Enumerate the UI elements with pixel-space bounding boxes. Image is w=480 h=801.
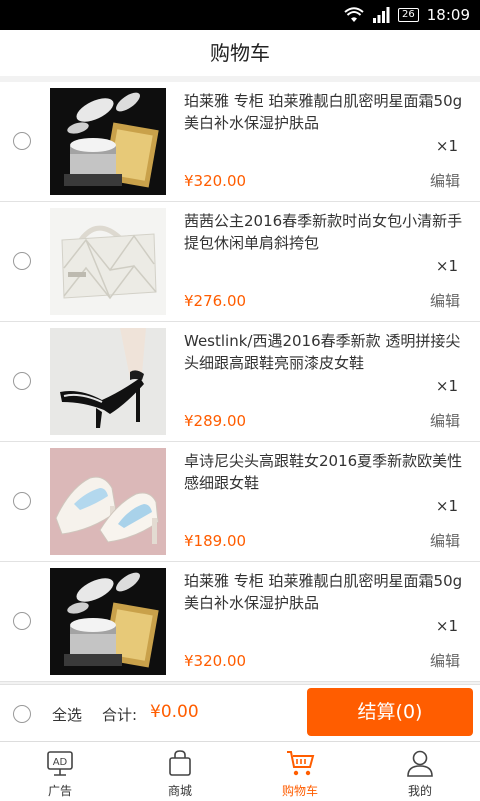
tab-mine[interactable]: 我的 (360, 742, 480, 801)
cart-item[interactable]: 茜茜公主2016春季新款时尚女包小清新手提包休闲单肩斜挎包 ×1 ¥276.00… (0, 202, 480, 322)
wifi-icon (344, 7, 364, 22)
product-image-heels[interactable] (50, 328, 166, 435)
quantity: ×1 (435, 377, 458, 395)
status-icons: 26 18:09 (344, 0, 470, 30)
bottom-tab-bar: AD 广告 商城 购物车 我的 (0, 741, 480, 801)
tab-label: 购物车 (281, 784, 318, 798)
checkout-button[interactable]: 结算(0) (307, 688, 473, 736)
cart-item[interactable]: 珀莱雅 专柜 珀莱雅靓白肌密明星面霜50g 美白补水保湿护肤品 ×1 ¥320.… (0, 82, 480, 202)
product-image-pumps[interactable] (50, 448, 166, 555)
tab-cart[interactable]: 购物车 (240, 742, 360, 801)
product-image-cream[interactable] (50, 568, 166, 675)
price: ¥289.00 (184, 412, 247, 430)
cart-icon (287, 751, 315, 776)
price: ¥320.00 (184, 652, 247, 670)
total-label: 合计: (102, 706, 138, 724)
clock: 18:09 (426, 6, 470, 24)
product-title[interactable]: 茜茜公主2016春季新款时尚女包小清新手提包休闲单肩斜挎包 (184, 210, 464, 254)
item-select-radio[interactable] (13, 372, 31, 390)
edit-button[interactable]: 编辑 (430, 410, 460, 431)
product-title[interactable]: Westlink/西遇2016春季新款 透明拼接尖头细跟高跟鞋亮丽漆皮女鞋 (184, 330, 464, 374)
edit-button[interactable]: 编辑 (430, 650, 460, 671)
edit-button[interactable]: 编辑 (430, 290, 460, 311)
tab-label: 商城 (167, 784, 192, 798)
cart-item[interactable]: 卓诗尼尖头高跟鞋女2016夏季新款欧美性感细跟女鞋 ×1 ¥189.00 编辑 (0, 442, 480, 562)
select-all-radio[interactable] (13, 705, 31, 723)
edit-button[interactable]: 编辑 (430, 170, 460, 191)
price: ¥189.00 (184, 532, 247, 550)
page-title: 购物车 (210, 41, 270, 65)
quantity: ×1 (435, 617, 458, 635)
checkout-bar: 全选 合计: ¥0.00 结算(0) (0, 684, 480, 742)
total-value: ¥0.00 (150, 702, 199, 722)
page-header: 购物车 (0, 30, 480, 76)
price: ¥276.00 (184, 292, 247, 310)
item-select-radio[interactable] (13, 252, 31, 270)
cart-list: 珀莱雅 专柜 珀莱雅靓白肌密明星面霜50g 美白补水保湿护肤品 ×1 ¥320.… (0, 82, 480, 682)
tab-label: 我的 (407, 784, 432, 798)
quantity: ×1 (435, 137, 458, 155)
svg-text:AD: AD (53, 757, 68, 768)
cart-item[interactable]: Westlink/西遇2016春季新款 透明拼接尖头细跟高跟鞋亮丽漆皮女鞋 ×1… (0, 322, 480, 442)
select-all-label[interactable]: 全选 (52, 704, 82, 725)
item-select-radio[interactable] (13, 612, 31, 630)
quantity: ×1 (435, 257, 458, 275)
user-icon (407, 750, 433, 777)
product-title[interactable]: 卓诗尼尖头高跟鞋女2016夏季新款欧美性感细跟女鞋 (184, 450, 464, 494)
quantity: ×1 (435, 497, 458, 515)
cart-item[interactable]: 珀莱雅 专柜 珀莱雅靓白肌密明星面霜50g 美白补水保湿护肤品 ×1 ¥320.… (0, 562, 480, 682)
product-title[interactable]: 珀莱雅 专柜 珀莱雅靓白肌密明星面霜50g 美白补水保湿护肤品 (184, 90, 464, 134)
edit-button[interactable]: 编辑 (430, 530, 460, 551)
ad-icon: AD (47, 751, 73, 776)
tab-ad[interactable]: AD 广告 (0, 742, 120, 801)
tab-mall[interactable]: 商城 (120, 742, 240, 801)
battery-indicator: 26 (398, 8, 419, 22)
shopping-bag-icon (169, 750, 191, 776)
tab-label: 广告 (47, 784, 72, 798)
item-select-radio[interactable] (13, 132, 31, 150)
product-image-bag[interactable] (50, 208, 166, 315)
product-title[interactable]: 珀莱雅 专柜 珀莱雅靓白肌密明星面霜50g 美白补水保湿护肤品 (184, 570, 464, 614)
price: ¥320.00 (184, 172, 247, 190)
status-bar: 26 18:09 (0, 0, 480, 30)
signal-icon (373, 7, 390, 23)
item-select-radio[interactable] (13, 492, 31, 510)
product-image-cream[interactable] (50, 88, 166, 195)
